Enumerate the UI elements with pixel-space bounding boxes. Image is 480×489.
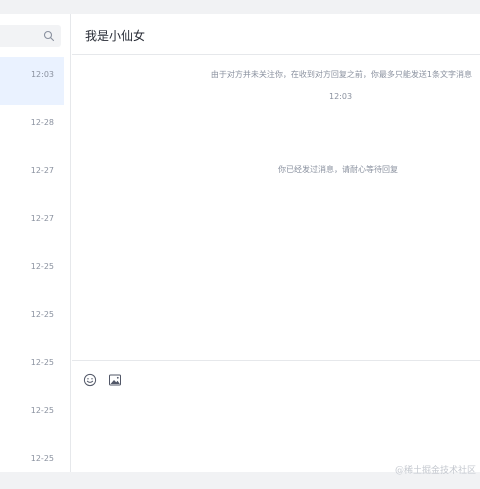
chat-panel: 我是小仙女 由于对方并未关注你，在收到对方回复之前，你最多只能发送1条文字消息 … [72, 14, 480, 472]
conversation-time: 12-25 [31, 454, 54, 463]
conversation-time: 12-25 [31, 358, 54, 367]
conversation-item[interactable]: 12-27 [0, 153, 64, 201]
search-icon[interactable] [43, 30, 55, 42]
search-box[interactable] [0, 25, 61, 47]
image-icon[interactable] [108, 373, 122, 387]
conversation-item[interactable]: 12-25 [0, 345, 64, 393]
conversation-time: 12-28 [31, 118, 54, 127]
conversation-sidebar: 12:03 12-28 12-27 12-27 12-25 12-25 12-2… [0, 14, 71, 472]
conversation-time: 12-25 [31, 310, 54, 319]
conversation-item[interactable]: 12-27 [0, 201, 64, 249]
conversation-item[interactable]: 12-28 [0, 105, 64, 153]
conversation-time: 12-27 [31, 166, 54, 175]
conversation-list: 12:03 12-28 12-27 12-27 12-25 12-25 12-2… [0, 57, 64, 489]
conversation-time: 12-25 [31, 262, 54, 271]
conversation-time: 12:03 [31, 70, 54, 79]
conversation-time: 12-27 [31, 214, 54, 223]
message-input[interactable] [80, 395, 472, 465]
chat-title: 我是小仙女 [85, 27, 145, 44]
message-composer [72, 360, 480, 472]
conversation-item[interactable]: 12-25 [0, 297, 64, 345]
conversation-item[interactable]: 12:03 [0, 57, 64, 105]
conversation-item[interactable]: 12-25 [0, 393, 64, 441]
conversation-item[interactable]: 12-25 [0, 249, 64, 297]
message-timestamp: 12:03 [329, 92, 352, 101]
follow-restriction-notice: 由于对方并未关注你，在收到对方回复之前，你最多只能发送1条文字消息 [211, 69, 472, 80]
sent-status-notice: 你已经发过消息，请耐心等待回复 [278, 164, 398, 175]
messaging-app: 12:03 12-28 12-27 12-27 12-25 12-25 12-2… [0, 14, 480, 472]
search-input[interactable] [0, 25, 44, 47]
emoji-icon[interactable] [83, 373, 97, 387]
conversation-item[interactable]: 12-25 [0, 441, 64, 489]
conversation-time: 12-25 [31, 406, 54, 415]
chat-header: 我是小仙女 [72, 14, 480, 55]
message-area: 由于对方并未关注你，在收到对方回复之前，你最多只能发送1条文字消息 12:03 … [72, 56, 480, 360]
watermark: @稀土掘金技术社区 [395, 463, 476, 476]
